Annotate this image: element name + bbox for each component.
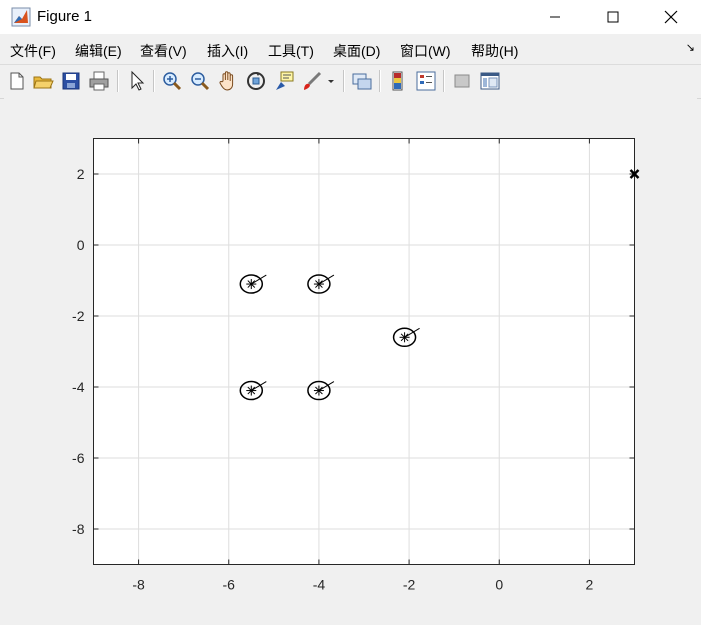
hide-plot-tools-icon[interactable] (451, 70, 473, 92)
close-button[interactable] (648, 0, 694, 34)
save-icon[interactable] (60, 70, 82, 92)
link-plot-icon[interactable] (351, 70, 373, 92)
toolbar-separator (443, 70, 445, 92)
brush-dropdown-icon[interactable] (325, 70, 337, 92)
x-tick-label: 0 (495, 577, 503, 593)
minimize-button[interactable] (532, 0, 578, 34)
x-tick-label: -6 (223, 577, 236, 593)
zoom-out-icon[interactable] (189, 70, 211, 92)
matlab-icon (11, 7, 31, 27)
y-tick-label: -2 (72, 308, 85, 324)
figure-toolbar (0, 64, 701, 99)
new-figure-icon[interactable] (6, 70, 28, 92)
open-file-icon[interactable] (32, 70, 54, 92)
maximize-icon (607, 11, 619, 23)
maximize-button[interactable] (590, 0, 636, 34)
toolbar-separator (153, 70, 155, 92)
toolbar-separator (343, 70, 345, 92)
menu-view[interactable]: 查看(V) (140, 41, 187, 61)
scatter-plot: -8 -6 -4 -2 0 2 2 0 -2 -4 -6 -8 (72, 138, 640, 593)
pan-hand-icon[interactable] (217, 70, 239, 92)
data-cursor-icon[interactable] (273, 70, 295, 92)
rotate-3d-icon[interactable] (245, 70, 267, 92)
window-title: Figure 1 (37, 8, 93, 25)
y-tick-label: -6 (72, 450, 85, 466)
y-tick-label: 2 (77, 166, 85, 182)
menu-desktop[interactable]: 桌面(D) (333, 41, 380, 61)
zoom-in-icon[interactable] (161, 70, 183, 92)
colorbar-icon[interactable] (387, 70, 409, 92)
x-tick-label: -4 (313, 577, 326, 593)
x-tick-label: -8 (132, 577, 145, 593)
menu-edit[interactable]: 编辑(E) (75, 41, 122, 61)
menu-tools[interactable]: 工具(T) (268, 41, 314, 61)
pointer-icon[interactable] (126, 70, 148, 92)
title-bar: Figure 1 (0, 0, 701, 34)
menu-bar: 文件(F) 编辑(E) 查看(V) 插入(I) 工具(T) 桌面(D) 窗口(W… (0, 38, 701, 62)
minimize-icon (550, 16, 560, 18)
print-icon[interactable] (88, 70, 110, 92)
figure-canvas: -8 -6 -4 -2 0 2 2 0 -2 -4 -6 -8 (4, 98, 697, 622)
menu-overflow-icon[interactable]: ↘ (686, 41, 695, 54)
menu-help[interactable]: 帮助(H) (471, 41, 518, 61)
toolbar-separator (117, 70, 119, 92)
legend-icon[interactable] (415, 70, 437, 92)
toolbar-separator (379, 70, 381, 92)
brush-icon[interactable] (301, 70, 323, 92)
y-tick-label: -8 (72, 521, 85, 537)
x-tick-label: 2 (586, 577, 594, 593)
show-plot-tools-icon[interactable] (479, 70, 501, 92)
axes-background[interactable] (93, 138, 635, 565)
y-tick-label: -4 (72, 379, 85, 395)
close-icon (664, 10, 678, 24)
x-tick-label: -2 (403, 577, 416, 593)
menu-file[interactable]: 文件(F) (10, 41, 56, 61)
menu-insert[interactable]: 插入(I) (207, 41, 248, 61)
menu-window[interactable]: 窗口(W) (400, 41, 451, 61)
y-tick-label: 0 (77, 237, 85, 253)
